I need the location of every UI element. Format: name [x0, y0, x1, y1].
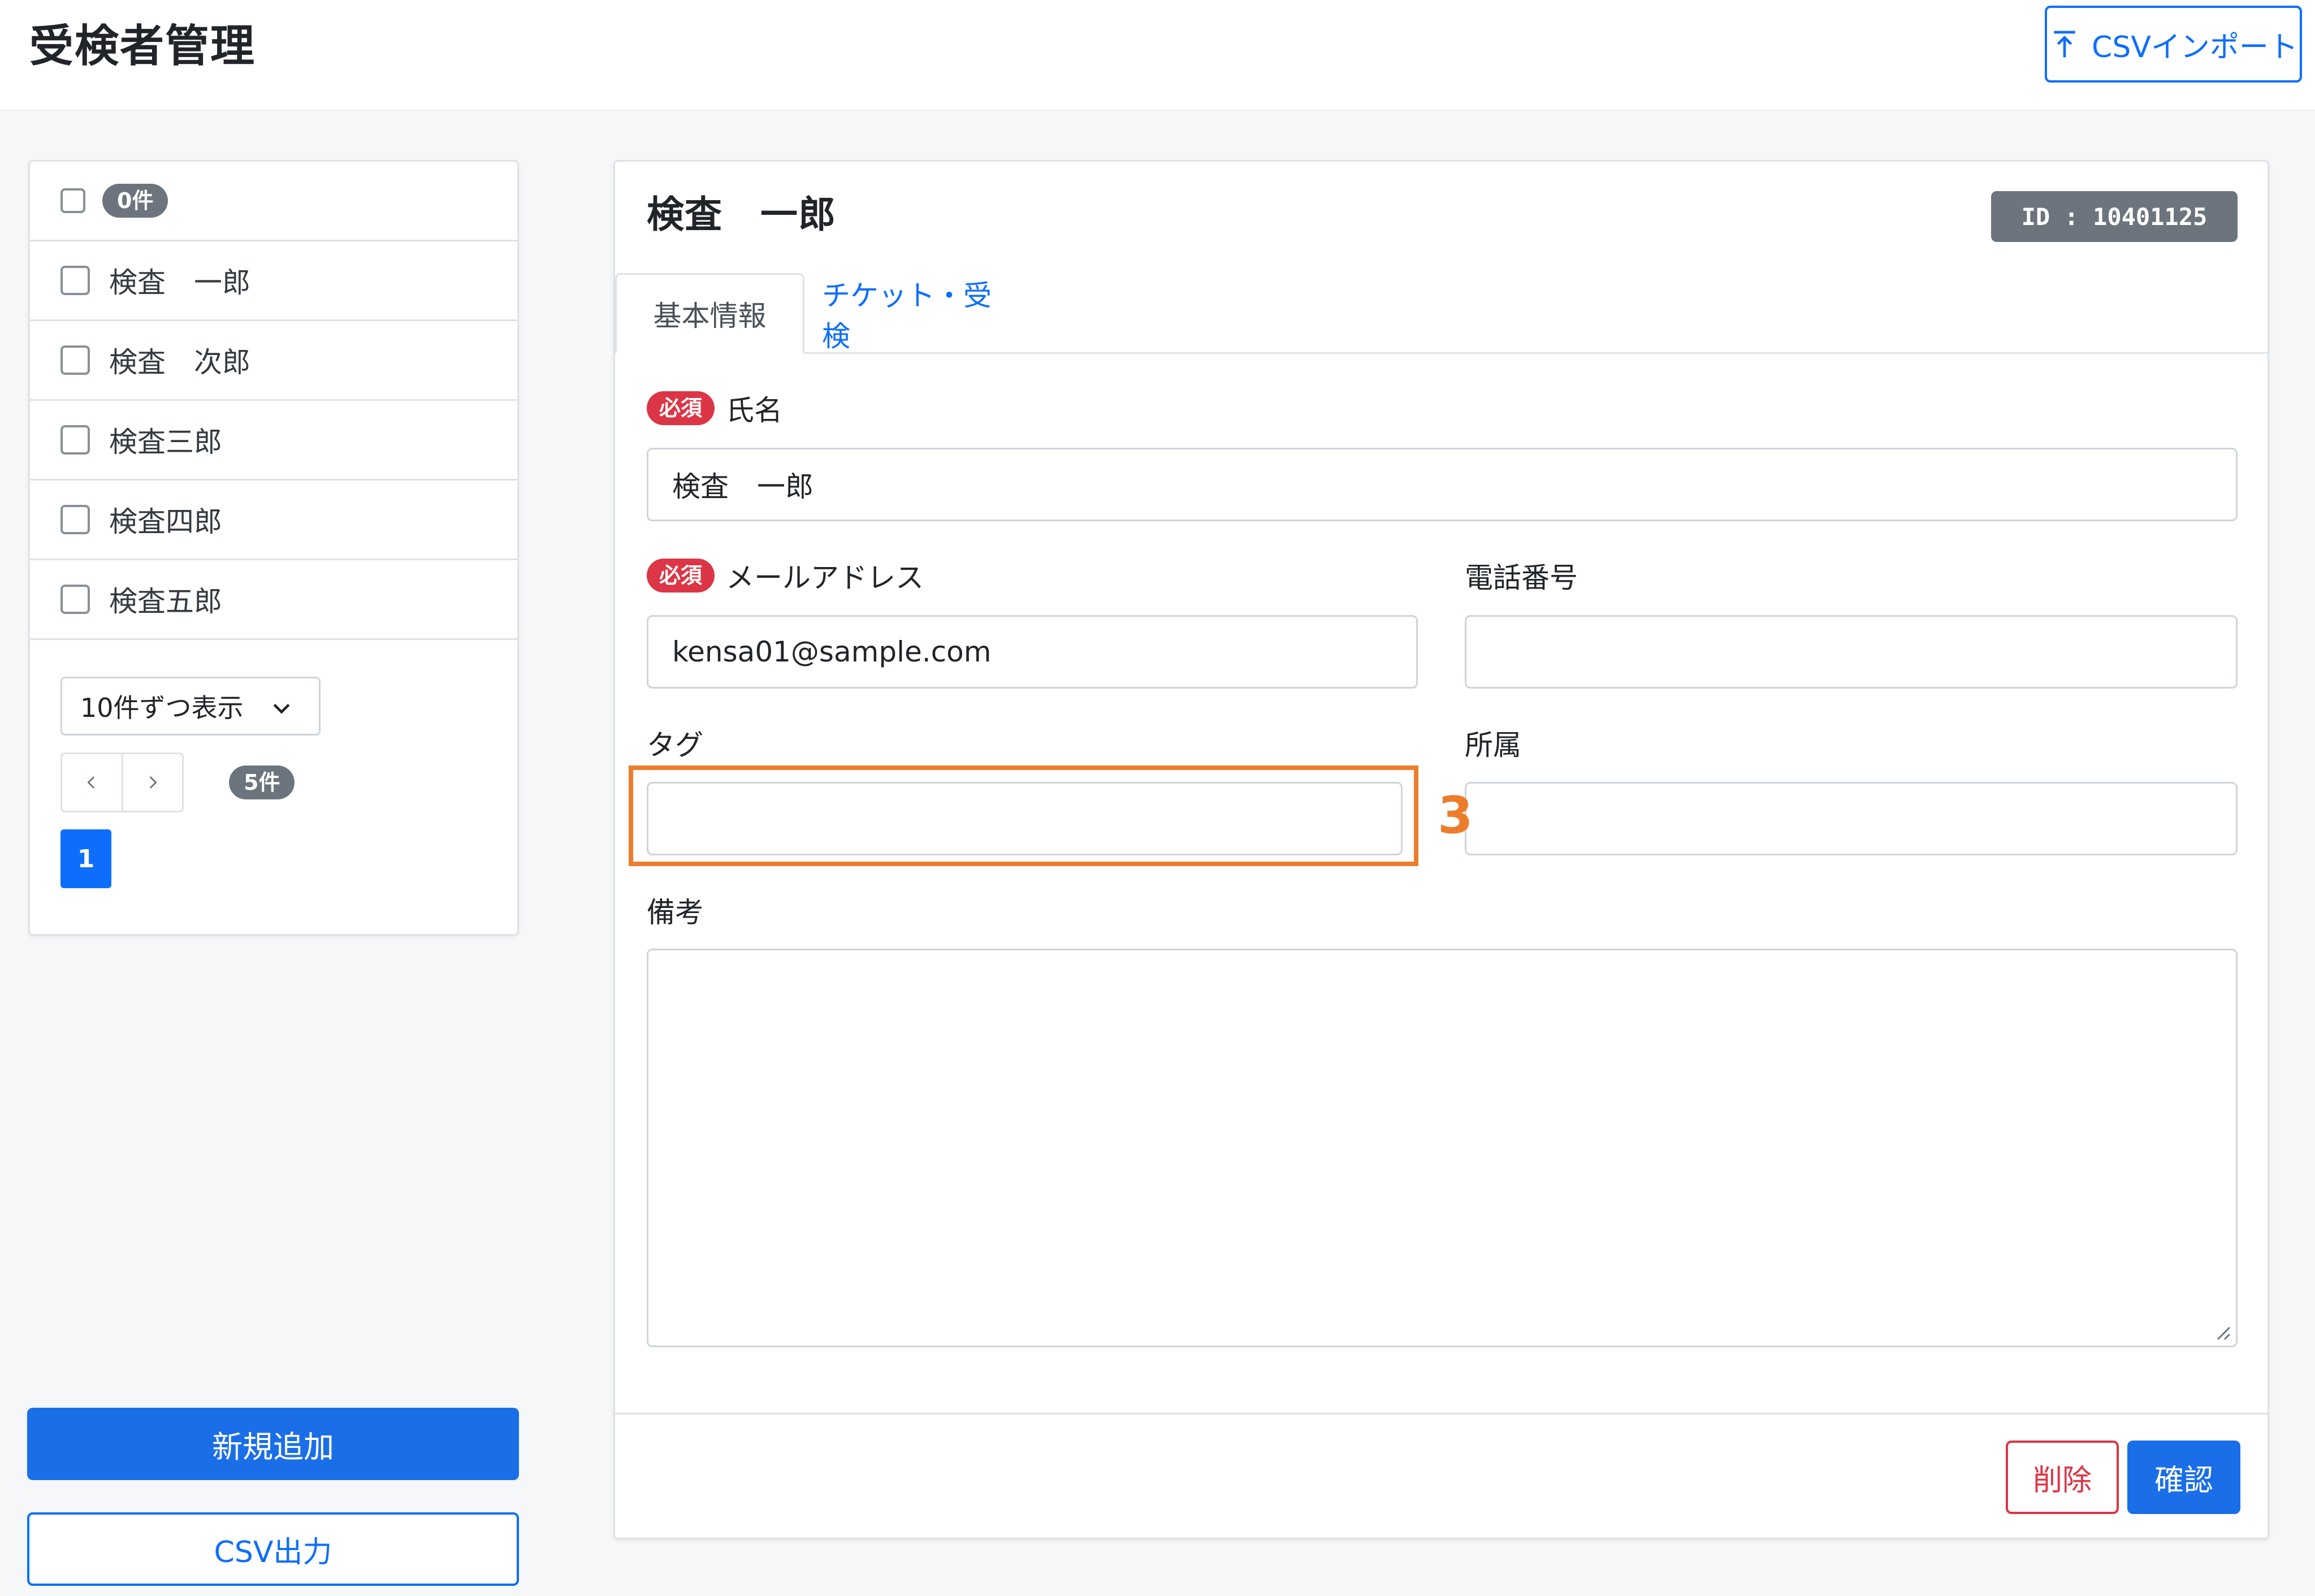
delete-button[interactable]: 削除	[2006, 1441, 2119, 1514]
notes-textarea[interactable]	[647, 949, 2238, 1347]
page-title: 受検者管理	[29, 21, 256, 72]
list-item-checkbox[interactable]	[60, 585, 90, 614]
list-item[interactable]: 検査四郎	[30, 481, 517, 560]
tag-label: タグ	[647, 729, 703, 762]
page-number-button[interactable]: 1	[60, 829, 111, 888]
page: 受検者管理 CSVインポート 0件 検査 一郎 検査 次郎 検査三郎 検査四郎 …	[0, 0, 2315, 1596]
required-badge: 必須	[647, 391, 715, 425]
next-page-button[interactable]	[121, 754, 183, 811]
confirm-button[interactable]: 確認	[2127, 1441, 2240, 1514]
csv-export-button[interactable]: CSV出力	[27, 1512, 519, 1586]
list-item[interactable]: 検査三郎	[30, 401, 517, 481]
annotation-highlight-box	[629, 765, 1418, 866]
list-item-name: 検査 一郎	[109, 266, 250, 299]
total-count-badge: 5件	[229, 765, 295, 799]
list-item-name: 検査五郎	[109, 585, 222, 618]
list-item-name: 検査四郎	[109, 505, 222, 538]
name-label-text: 氏名	[726, 394, 783, 427]
phone-input[interactable]	[1465, 615, 2238, 689]
list-item-name: 検査三郎	[109, 426, 222, 459]
email-input[interactable]: kensa01@sample.com	[647, 615, 1418, 689]
csv-import-label: CSVインポート	[2092, 30, 2298, 64]
header: 受検者管理 CSVインポート	[0, 0, 2315, 111]
list-item[interactable]: 検査 次郎	[30, 321, 517, 401]
chevron-left-icon	[87, 776, 95, 789]
name-input[interactable]: 検査 一郎	[647, 448, 2238, 521]
resize-grip-icon[interactable]	[2214, 1324, 2231, 1341]
list-item-name: 検査 次郎	[109, 346, 250, 379]
footer-divider	[615, 1413, 2268, 1415]
selected-count-badge: 0件	[102, 184, 168, 218]
chevron-down-icon	[273, 703, 290, 714]
list-header-row: 0件	[30, 162, 517, 241]
list-item-checkbox[interactable]	[60, 266, 90, 295]
phone-label: 電話番号	[1465, 561, 1578, 594]
chevron-right-icon	[149, 776, 157, 789]
upload-icon	[2054, 31, 2075, 58]
list-item[interactable]: 検査 一郎	[30, 241, 517, 321]
examinee-list: 0件 検査 一郎 検査 次郎 検査三郎 検査四郎 検査五郎 10件ずつ表示 5件…	[28, 160, 519, 936]
required-badge: 必須	[647, 559, 715, 592]
email-label: 必須 メールアドレス	[647, 555, 924, 596]
notes-label: 備考	[647, 896, 703, 929]
select-all-checkbox[interactable]	[60, 188, 85, 213]
detail-name: 検査 一郎	[647, 193, 836, 236]
tab-basic-info[interactable]: 基本情報	[615, 273, 804, 354]
add-new-button[interactable]: 新規追加	[27, 1408, 519, 1480]
affiliation-label: 所属	[1465, 729, 1521, 762]
affiliation-input[interactable]	[1465, 782, 2238, 855]
list-item-checkbox[interactable]	[60, 345, 90, 375]
per-page-value: 10件ずつ表示	[80, 693, 244, 723]
name-label: 必須 氏名	[647, 388, 782, 429]
pagination-arrows	[60, 752, 184, 812]
list-item-checkbox[interactable]	[60, 425, 90, 455]
annotation-number: 3	[1438, 786, 1473, 845]
tab-ticket-exam[interactable]: チケット・受検	[822, 273, 1009, 354]
email-label-text: メールアドレス	[726, 561, 924, 594]
prev-page-button[interactable]	[62, 754, 122, 811]
list-item[interactable]: 検査五郎	[30, 560, 517, 640]
csv-import-button[interactable]: CSVインポート	[2045, 6, 2302, 83]
per-page-select[interactable]: 10件ずつ表示	[60, 677, 321, 736]
id-badge: ID : 10401125	[1991, 191, 2238, 242]
list-item-checkbox[interactable]	[60, 505, 90, 534]
